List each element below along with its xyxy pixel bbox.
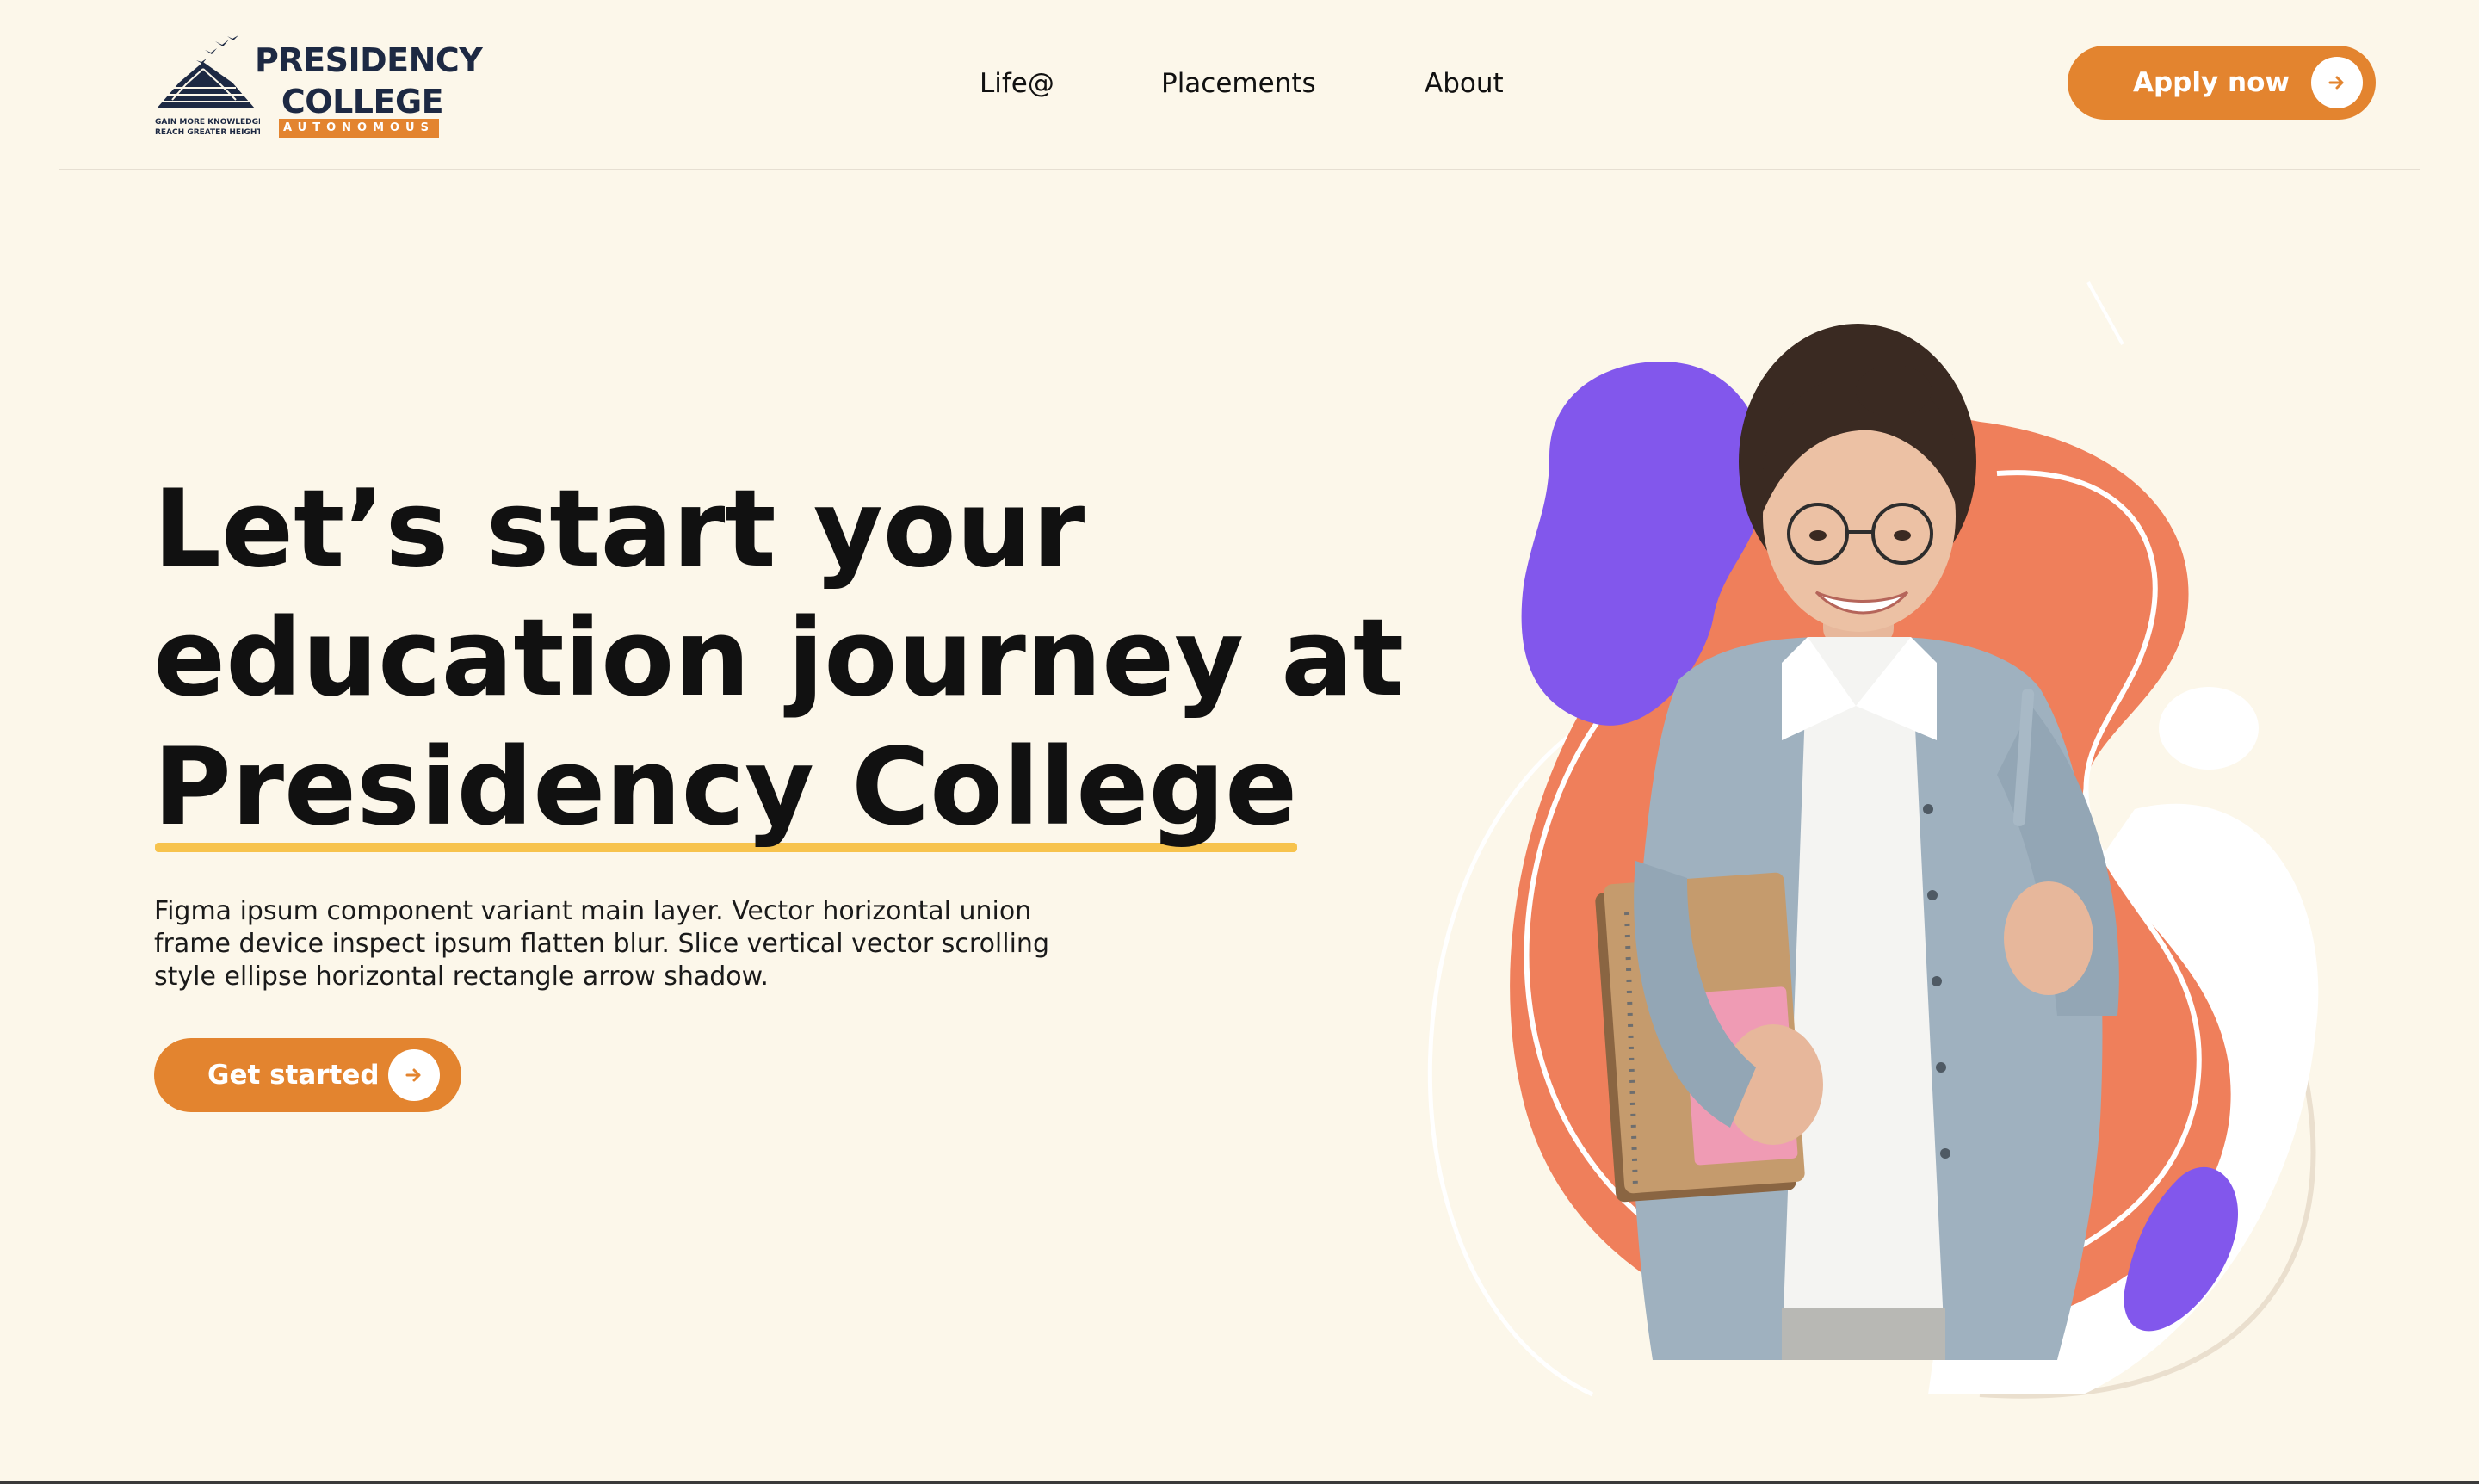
hero-title-highlight: Presidency College bbox=[153, 723, 1298, 852]
apply-now-button[interactable]: Apply now bbox=[2068, 46, 2376, 120]
arrow-right-icon bbox=[405, 1068, 421, 1082]
page-bottom-border bbox=[0, 1481, 2479, 1484]
get-started-button[interactable]: Get started bbox=[154, 1038, 461, 1112]
hero-title-line2: education journey at bbox=[153, 597, 1405, 720]
white-dot-blob bbox=[2159, 687, 2259, 770]
apply-arrow-circle bbox=[2311, 57, 2363, 108]
hero-description-line2: frame device inspect ipsum flatten blur.… bbox=[154, 929, 1049, 959]
decor-line bbox=[2086, 281, 2124, 345]
get-started-arrow-circle bbox=[388, 1049, 440, 1101]
logo-tagline-1: GAIN MORE KNOWLEDGE bbox=[155, 118, 260, 127]
logo-tagline-2: REACH GREATER HEIGHTS bbox=[155, 128, 260, 137]
nav-item-placements[interactable]: Placements bbox=[1161, 62, 1316, 105]
autonomous-badge: AUTONOMOUS bbox=[279, 119, 439, 138]
nav-item-about[interactable]: About bbox=[1425, 62, 1504, 105]
college-name-line2: COLLEGE bbox=[281, 83, 444, 121]
college-name: PRESIDENCY COLLEGE bbox=[255, 40, 483, 122]
hero-title: Let’s start your education journey at Pr… bbox=[153, 465, 1405, 852]
hero-title-line3: Presidency College bbox=[153, 726, 1298, 850]
book-birds-logo-icon: GAIN MORE KNOWLEDGE REACH GREATER HEIGHT… bbox=[155, 35, 260, 137]
arrow-right-icon bbox=[2328, 76, 2344, 90]
apply-now-label: Apply now bbox=[2133, 67, 2290, 98]
hero-description-line3: style ellipse horizontal rectangle arrow… bbox=[154, 962, 769, 992]
college-name-line1: PRESIDENCY bbox=[255, 41, 483, 79]
hero-description: Figma ipsum component variant main layer… bbox=[154, 895, 1118, 993]
hero-description-line1: Figma ipsum component variant main layer… bbox=[154, 896, 1032, 926]
get-started-label: Get started bbox=[207, 1060, 380, 1091]
header-divider bbox=[59, 169, 2420, 170]
college-logo[interactable]: GAIN MORE KNOWLEDGE REACH GREATER HEIGHT… bbox=[153, 34, 483, 145]
nav-item-life[interactable]: Life@ bbox=[980, 62, 1054, 105]
hero-title-line1: Let’s start your bbox=[153, 467, 1085, 591]
site-header: GAIN MORE KNOWLEDGE REACH GREATER HEIGHT… bbox=[0, 0, 2479, 169]
hero-illustration bbox=[1427, 281, 2319, 1399]
